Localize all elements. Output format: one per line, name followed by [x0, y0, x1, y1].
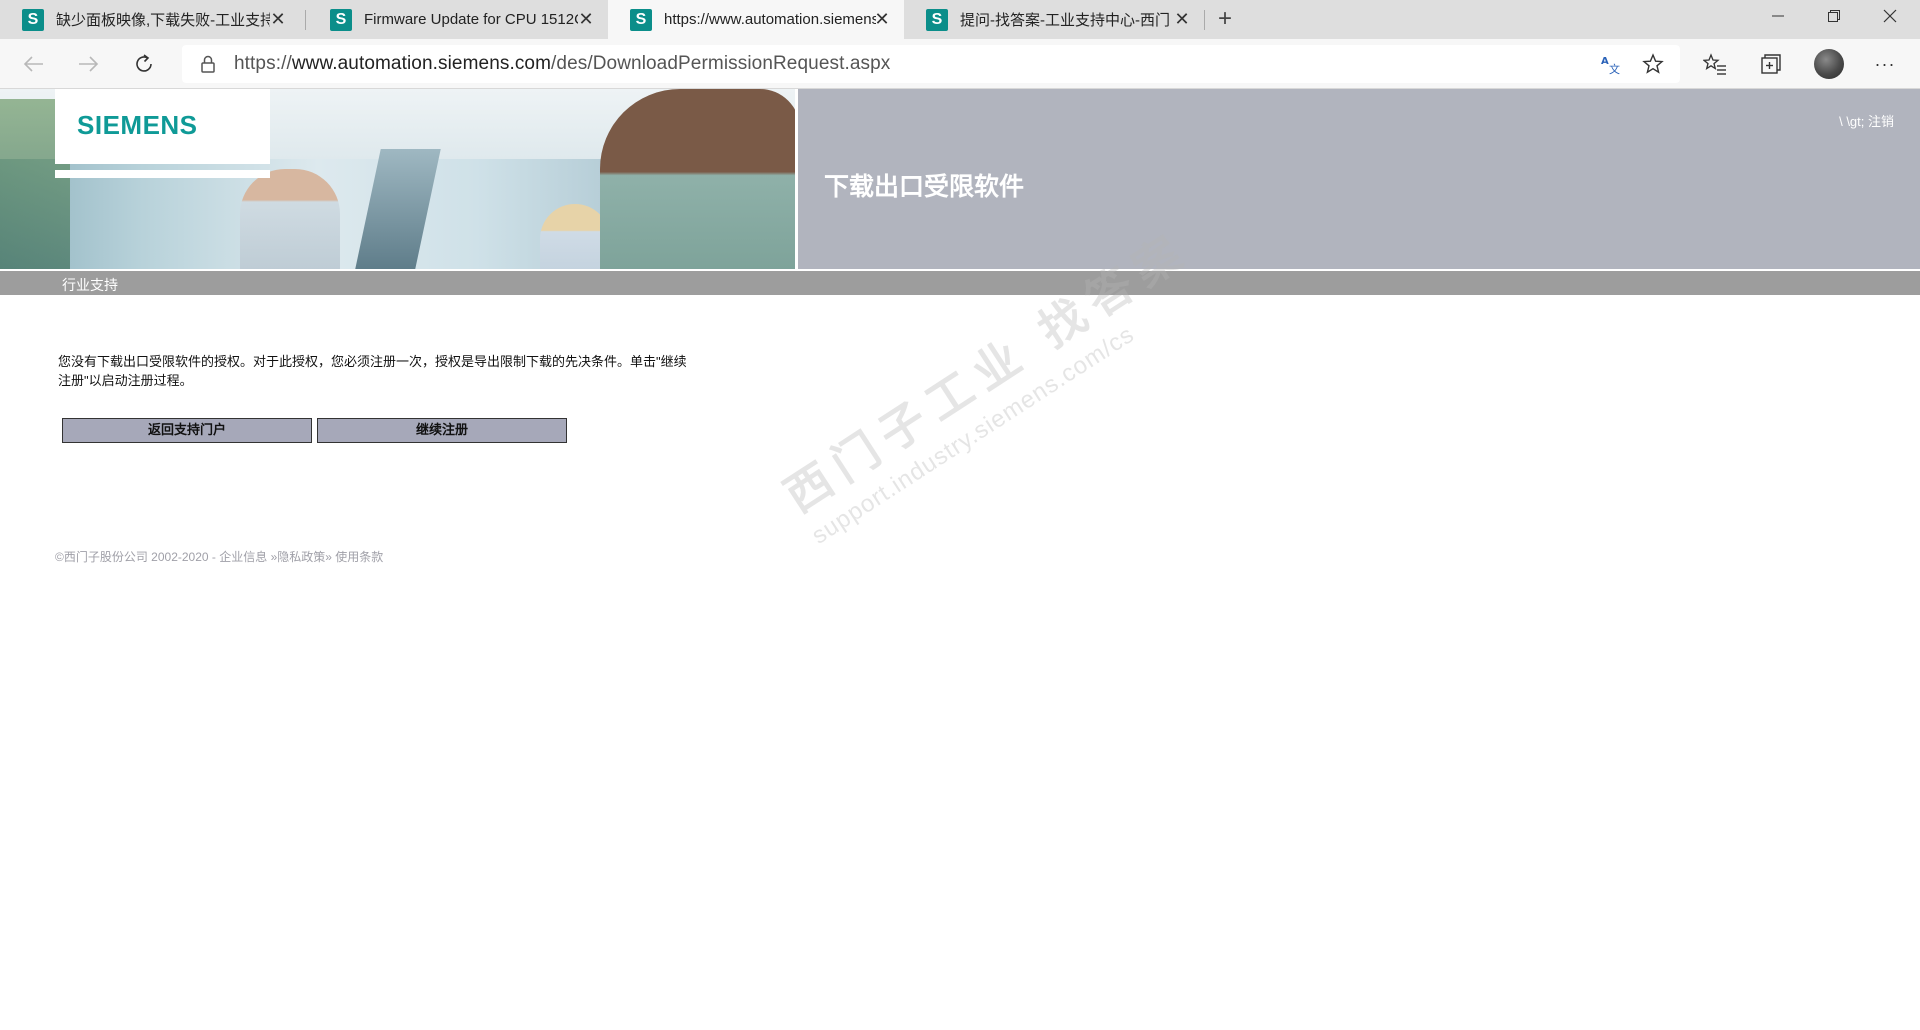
industry-support-link[interactable]: 行业支持 [62, 275, 118, 295]
close-icon[interactable]: ✕ [576, 9, 596, 29]
back-to-portal-button[interactable]: 返回支持门户 [62, 418, 312, 443]
minimize-icon [1772, 15, 1784, 17]
close-icon[interactable]: ✕ [1172, 9, 1192, 29]
tab-title: 缺少面板映像,下载失败-工业支持 [56, 12, 270, 29]
back-button[interactable] [18, 49, 50, 79]
browser-toolbar: https://www.automation.siemens.com/des/D… [0, 39, 1920, 89]
logout-link[interactable]: \ \gt; 注销 [1839, 111, 1894, 130]
new-tab-button[interactable]: + [1212, 6, 1238, 32]
forward-button[interactable] [72, 49, 104, 79]
watermark-line-2: support.industry.siemens.com/cs [807, 320, 1140, 550]
translate-icon[interactable]: A文 [1600, 53, 1622, 75]
forward-arrow-icon [79, 56, 99, 72]
close-window-button[interactable] [1862, 0, 1918, 32]
siemens-logo[interactable]: SIEMENS [55, 89, 270, 164]
url-host: www.automation.siemens.com [291, 53, 552, 74]
favorites-button[interactable] [1702, 51, 1728, 77]
star-icon[interactable] [1642, 53, 1664, 75]
minimize-button[interactable] [1750, 0, 1806, 32]
tab-title: Firmware Update for CPU 1512C [364, 11, 578, 28]
refresh-icon [136, 54, 152, 72]
close-icon [1883, 9, 1897, 23]
tab-3-active[interactable]: S https://www.automation.siemens ✕ [608, 0, 904, 39]
terms-of-use-link[interactable]: 使用条款 [335, 550, 383, 564]
tab-2[interactable]: S Firmware Update for CPU 1512C ✕ [308, 0, 608, 39]
tab-4[interactable]: S 提问-找答案-工业支持中心-西门 ✕ [904, 0, 1204, 39]
address-bar[interactable]: https://www.automation.siemens.com/des/D… [182, 45, 1680, 83]
siemens-favicon-icon: S [926, 8, 948, 31]
close-icon[interactable]: ✕ [872, 9, 892, 29]
nav-bar: 行业支持 [0, 271, 1920, 295]
company-info-link[interactable]: 企业信息 [219, 550, 267, 564]
collections-icon [1761, 54, 1781, 74]
logo-underline [55, 170, 270, 178]
logo-text: SIEMENS [77, 110, 198, 140]
tab-title: 提问-找答案-工业支持中心-西门 [960, 12, 1170, 29]
profile-avatar[interactable] [1814, 49, 1844, 79]
privacy-policy-link[interactable]: 隐私政策 [277, 550, 325, 564]
permission-message: 您没有下载出口受限软件的授权。对于此授权，您必须注册一次，授权是导出限制下载的先… [58, 354, 687, 388]
footer-separator: » [267, 550, 278, 564]
restore-button[interactable] [1806, 0, 1862, 32]
close-icon[interactable]: ✕ [268, 9, 288, 29]
siemens-favicon-icon: S [630, 8, 652, 31]
footer: ©西门子股份公司 2002-2020 - 企业信息 »隐私政策» 使用条款 [55, 548, 383, 565]
tab-title: https://www.automation.siemens [664, 11, 876, 28]
continue-registration-button[interactable]: 继续注册 [317, 418, 567, 443]
copyright-text: ©西门子股份公司 2002-2020 - [55, 550, 220, 564]
lock-icon[interactable] [198, 54, 218, 74]
collections-button[interactable] [1758, 51, 1784, 77]
tab-1[interactable]: S 缺少面板映像,下载失败-工业支持 ✕ [0, 0, 300, 39]
siemens-favicon-icon: S [330, 8, 352, 31]
back-arrow-icon [23, 56, 43, 72]
footer-separator: » [325, 550, 336, 564]
favorites-icon [1703, 53, 1726, 75]
refresh-button[interactable] [128, 49, 160, 79]
svg-text:A: A [1601, 56, 1609, 67]
url-path: /des/DownloadPermissionRequest.aspx [551, 53, 891, 74]
siemens-favicon-icon: S [22, 8, 44, 31]
header-panel: \ \gt; 注销 下载出口受限软件 [798, 89, 1920, 269]
tab-bar: S 缺少面板映像,下载失败-工业支持 ✕ S Firmware Update f… [0, 0, 1920, 39]
svg-text:文: 文 [1609, 62, 1620, 75]
more-icon[interactable]: ··· [1872, 51, 1898, 77]
url-scheme: https:// [234, 53, 292, 74]
url-text[interactable]: https://www.automation.siemens.com/des/D… [234, 53, 890, 75]
page-title: 下载出口受限软件 [824, 173, 1025, 201]
tab-separator [1204, 10, 1205, 30]
restore-icon [1828, 10, 1840, 22]
tab-separator [305, 10, 306, 30]
